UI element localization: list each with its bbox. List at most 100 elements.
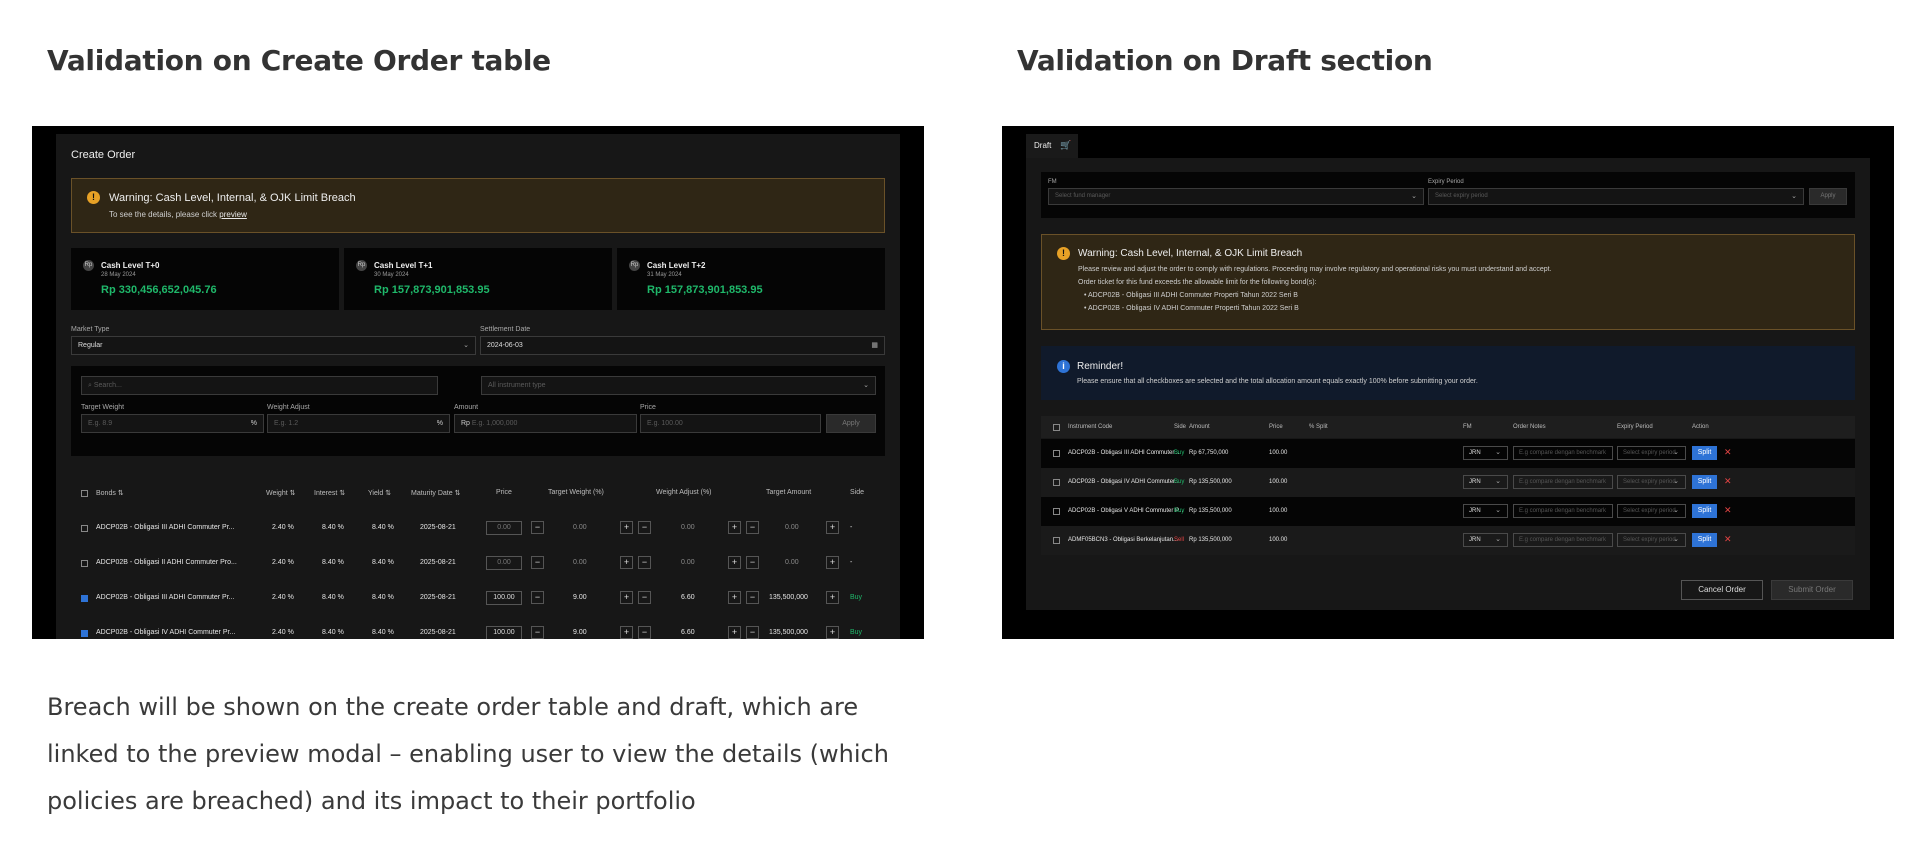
apply-button[interactable]: Apply bbox=[1809, 188, 1847, 205]
split-button[interactable]: Split bbox=[1692, 446, 1717, 460]
col-weight[interactable]: Weight ⇅ bbox=[266, 489, 296, 497]
expiry-period-select[interactable]: Select expiry period ⌄ bbox=[1617, 504, 1686, 518]
price-input[interactable]: 0.00 bbox=[486, 521, 522, 535]
cash-value: Rp 157,873,901,853.95 bbox=[647, 284, 763, 296]
plus-button[interactable]: + bbox=[826, 626, 839, 639]
submit-order-button[interactable]: Submit Order bbox=[1771, 580, 1853, 600]
plus-button[interactable]: + bbox=[728, 556, 741, 569]
plus-button[interactable]: + bbox=[620, 626, 633, 639]
tab-draft[interactable]: Draft 🛒 bbox=[1026, 134, 1078, 158]
price-input[interactable]: 100.00 bbox=[486, 626, 522, 639]
side: Buy bbox=[850, 629, 863, 636]
plus-button[interactable]: + bbox=[728, 591, 741, 604]
minus-button[interactable]: − bbox=[638, 626, 651, 639]
price-label: Price bbox=[640, 404, 656, 411]
expiry-period-select[interactable]: Select expiry period ⌄ bbox=[1617, 446, 1686, 460]
price-input[interactable]: E.g. 100.00 bbox=[640, 414, 821, 433]
col-yield[interactable]: Yield ⇅ bbox=[368, 489, 391, 497]
draft-table-header bbox=[1041, 416, 1855, 438]
plus-button[interactable]: + bbox=[826, 591, 839, 604]
col-amount: Amount bbox=[1189, 424, 1210, 430]
minus-button[interactable]: − bbox=[638, 591, 651, 604]
weight-adjust-input[interactable]: E.g. 1.2% bbox=[267, 414, 450, 433]
row-checkbox[interactable] bbox=[1053, 479, 1060, 486]
col-split: % Split bbox=[1309, 424, 1328, 430]
minus-button[interactable]: − bbox=[531, 626, 544, 639]
col-side: Side bbox=[1174, 424, 1187, 430]
preview-link[interactable]: preview bbox=[219, 210, 247, 219]
fm-select[interactable]: JRN ⌄ bbox=[1463, 533, 1508, 547]
plus-button[interactable]: + bbox=[620, 521, 633, 534]
row-checkbox[interactable] bbox=[81, 525, 88, 532]
select-all-checkbox[interactable] bbox=[81, 490, 88, 497]
plus-button[interactable]: + bbox=[728, 626, 741, 639]
chevron-down-icon: ⌄ bbox=[1673, 449, 1679, 456]
minus-button[interactable]: − bbox=[638, 556, 651, 569]
create-order-panel: Create Order ! Warning: Cash Level, Inte… bbox=[56, 134, 900, 639]
fm-select[interactable]: JRN ⌄ bbox=[1463, 504, 1508, 518]
plus-button[interactable]: + bbox=[826, 521, 839, 534]
apply-button[interactable]: Apply bbox=[826, 414, 876, 433]
fund-manager-select[interactable]: Select fund manager ⌄ bbox=[1048, 188, 1424, 205]
minus-button[interactable]: − bbox=[746, 556, 759, 569]
col-interest[interactable]: Interest ⇅ bbox=[314, 489, 345, 497]
breach-warning-banner: ! Warning: Cash Level, Internal, & OJK L… bbox=[71, 178, 885, 233]
row-checkbox[interactable] bbox=[1053, 508, 1060, 515]
minus-button[interactable]: − bbox=[531, 591, 544, 604]
fm-select[interactable]: JRN ⌄ bbox=[1463, 475, 1508, 489]
settlement-date-input[interactable]: 2024-06-03 ▦ bbox=[480, 336, 885, 355]
expiry-period-select[interactable]: Select expiry period ⌄ bbox=[1617, 533, 1686, 547]
amount-input[interactable]: Rp E.g. 1,000,000 bbox=[454, 414, 637, 433]
target-weight-input[interactable]: E.g. 8.9% bbox=[81, 414, 264, 433]
chevron-down-icon: ⌄ bbox=[1495, 478, 1501, 485]
row-checkbox[interactable] bbox=[81, 560, 88, 567]
draft-screenshot: Draft 🛒 FM Select fund manager ⌄ Expiry P… bbox=[1002, 126, 1894, 639]
split-button[interactable]: Split bbox=[1692, 533, 1717, 547]
expiry-period-select[interactable]: Select expiry period ⌄ bbox=[1428, 188, 1804, 205]
split-button[interactable]: Split bbox=[1692, 504, 1717, 518]
col-price: Price bbox=[496, 489, 512, 496]
price-input[interactable]: 0.00 bbox=[486, 556, 522, 570]
col-bonds[interactable]: Bonds ⇅ bbox=[96, 489, 124, 497]
yield: 8.40 % bbox=[372, 559, 394, 566]
close-icon[interactable]: ✕ bbox=[1724, 447, 1732, 458]
cancel-order-button[interactable]: Cancel Order bbox=[1681, 580, 1763, 600]
col-instrument-code: Instrument Code bbox=[1068, 424, 1113, 430]
instrument-type-select[interactable]: All instrument type ⌄ bbox=[481, 376, 876, 395]
row-checkbox[interactable] bbox=[1053, 450, 1060, 457]
chevron-down-icon: ⌄ bbox=[1673, 507, 1679, 514]
maturity-date: 2025-08-21 bbox=[420, 594, 456, 601]
row-checkbox[interactable] bbox=[81, 595, 88, 602]
market-type-select[interactable]: Regular ⌄ bbox=[71, 336, 476, 355]
split-button[interactable]: Split bbox=[1692, 475, 1717, 489]
minus-button[interactable]: − bbox=[638, 521, 651, 534]
select-all-checkbox[interactable] bbox=[1053, 424, 1060, 431]
order-notes-input[interactable]: E.g compare dengan benchmark bbox=[1513, 504, 1613, 518]
rupiah-icon: Rp bbox=[629, 260, 640, 271]
price-input[interactable]: 100.00 bbox=[486, 591, 522, 605]
minus-button[interactable]: − bbox=[746, 626, 759, 639]
order-notes-input[interactable]: E.g compare dengan benchmark bbox=[1513, 475, 1613, 489]
close-icon[interactable]: ✕ bbox=[1724, 476, 1732, 487]
order-notes-input[interactable]: E.g compare dengan benchmark bbox=[1513, 533, 1613, 547]
col-maturity-date[interactable]: Maturity Date ⇅ bbox=[411, 489, 460, 497]
breached-bond-item: • ADCP02B - Obligasi III ADHI Commuter P… bbox=[1084, 292, 1298, 299]
close-icon[interactable]: ✕ bbox=[1724, 534, 1732, 545]
close-icon[interactable]: ✕ bbox=[1724, 505, 1732, 516]
fm-select[interactable]: JRN ⌄ bbox=[1463, 446, 1508, 460]
warning-title: Warning: Cash Level, Internal, & OJK Lim… bbox=[1078, 248, 1303, 259]
plus-button[interactable]: + bbox=[728, 521, 741, 534]
row-checkbox[interactable] bbox=[81, 630, 88, 637]
minus-button[interactable]: − bbox=[531, 556, 544, 569]
expiry-period-select[interactable]: Select expiry period ⌄ bbox=[1617, 475, 1686, 489]
row-checkbox[interactable] bbox=[1053, 537, 1060, 544]
plus-button[interactable]: + bbox=[620, 556, 633, 569]
plus-button[interactable]: + bbox=[620, 591, 633, 604]
minus-button[interactable]: − bbox=[746, 591, 759, 604]
minus-button[interactable]: − bbox=[746, 521, 759, 534]
minus-button[interactable]: − bbox=[531, 521, 544, 534]
side: Sell bbox=[1174, 537, 1185, 543]
plus-button[interactable]: + bbox=[826, 556, 839, 569]
search-input[interactable]: ⌕ Search... bbox=[81, 376, 438, 395]
order-notes-input[interactable]: E.g compare dengan benchmark bbox=[1513, 446, 1613, 460]
